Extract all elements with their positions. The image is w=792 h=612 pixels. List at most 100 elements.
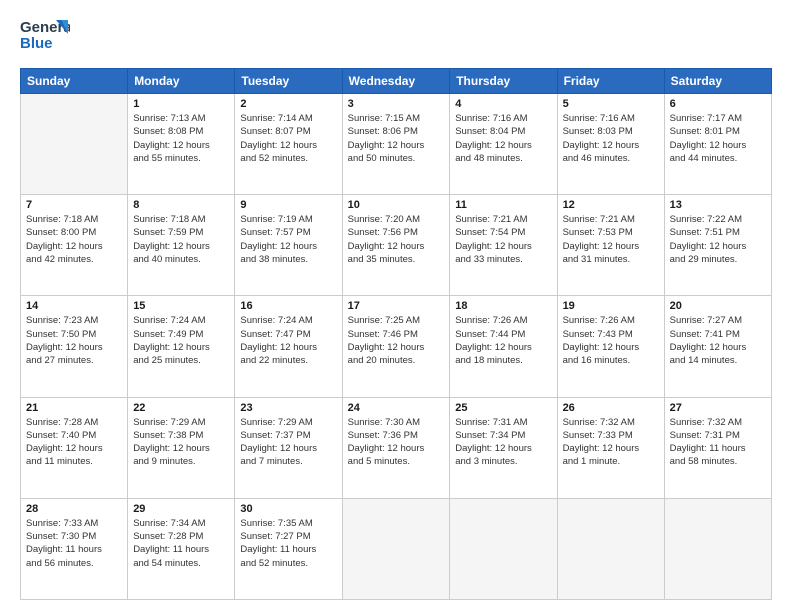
day-number: 26 (563, 402, 659, 414)
day-info: Sunrise: 7:20 AM Sunset: 7:56 PM Dayligh… (348, 213, 445, 266)
calendar-day-cell (342, 498, 450, 599)
day-number: 20 (670, 300, 766, 312)
calendar-day-cell: 19 Sunrise: 7:26 AM Sunset: 7:43 PM Dayli… (557, 296, 664, 397)
day-info: Sunrise: 7:23 AM Sunset: 7:50 PM Dayligh… (26, 314, 122, 367)
day-number: 30 (240, 503, 336, 515)
calendar-day-cell: 29 Sunrise: 7:34 AM Sunset: 7:28 PM Dayli… (128, 498, 235, 599)
calendar-header-row: SundayMondayTuesdayWednesdayThursdayFrid… (21, 69, 772, 94)
day-number: 14 (26, 300, 122, 312)
day-number: 12 (563, 199, 659, 211)
logo: GeneralBlue (20, 16, 70, 58)
day-number: 6 (670, 98, 766, 110)
day-number: 23 (240, 402, 336, 414)
day-info: Sunrise: 7:29 AM Sunset: 7:37 PM Dayligh… (240, 416, 336, 469)
day-info: Sunrise: 7:16 AM Sunset: 8:03 PM Dayligh… (563, 112, 659, 165)
day-info: Sunrise: 7:13 AM Sunset: 8:08 PM Dayligh… (133, 112, 229, 165)
calendar-day-cell: 14 Sunrise: 7:23 AM Sunset: 7:50 PM Dayli… (21, 296, 128, 397)
day-info: Sunrise: 7:15 AM Sunset: 8:06 PM Dayligh… (348, 112, 445, 165)
calendar-day-cell: 22 Sunrise: 7:29 AM Sunset: 7:38 PM Dayli… (128, 397, 235, 498)
calendar-day-cell: 3 Sunrise: 7:15 AM Sunset: 8:06 PM Daylig… (342, 94, 450, 195)
day-number: 15 (133, 300, 229, 312)
calendar-week-row: 14 Sunrise: 7:23 AM Sunset: 7:50 PM Dayli… (21, 296, 772, 397)
day-number: 7 (26, 199, 122, 211)
calendar-day-cell: 16 Sunrise: 7:24 AM Sunset: 7:47 PM Dayli… (235, 296, 342, 397)
calendar-day-cell: 15 Sunrise: 7:24 AM Sunset: 7:49 PM Dayli… (128, 296, 235, 397)
weekday-header: Saturday (664, 69, 771, 94)
day-info: Sunrise: 7:24 AM Sunset: 7:47 PM Dayligh… (240, 314, 336, 367)
day-info: Sunrise: 7:17 AM Sunset: 8:01 PM Dayligh… (670, 112, 766, 165)
calendar-week-row: 21 Sunrise: 7:28 AM Sunset: 7:40 PM Dayli… (21, 397, 772, 498)
day-number: 16 (240, 300, 336, 312)
calendar-day-cell: 30 Sunrise: 7:35 AM Sunset: 7:27 PM Dayli… (235, 498, 342, 599)
calendar-day-cell: 5Sunrise: 7:16 AM Sunset: 8:03 PM Daylig… (557, 94, 664, 195)
day-info: Sunrise: 7:21 AM Sunset: 7:53 PM Dayligh… (563, 213, 659, 266)
day-info: Sunrise: 7:16 AM Sunset: 8:04 PM Dayligh… (455, 112, 551, 165)
day-number: 10 (348, 199, 445, 211)
day-info: Sunrise: 7:34 AM Sunset: 7:28 PM Dayligh… (133, 517, 229, 570)
day-info: Sunrise: 7:30 AM Sunset: 7:36 PM Dayligh… (348, 416, 445, 469)
day-info: Sunrise: 7:24 AM Sunset: 7:49 PM Dayligh… (133, 314, 229, 367)
calendar-day-cell: 27 Sunrise: 7:32 AM Sunset: 7:31 PM Dayli… (664, 397, 771, 498)
weekday-header: Monday (128, 69, 235, 94)
day-info: Sunrise: 7:27 AM Sunset: 7:41 PM Dayligh… (670, 314, 766, 367)
calendar-day-cell: 12 Sunrise: 7:21 AM Sunset: 7:53 PM Dayli… (557, 195, 664, 296)
day-info: Sunrise: 7:32 AM Sunset: 7:31 PM Dayligh… (670, 416, 766, 469)
weekday-header: Wednesday (342, 69, 450, 94)
calendar-day-cell: 7 Sunrise: 7:18 AM Sunset: 8:00 PM Daylig… (21, 195, 128, 296)
day-number: 25 (455, 402, 551, 414)
day-info: Sunrise: 7:18 AM Sunset: 7:59 PM Dayligh… (133, 213, 229, 266)
day-number: 24 (348, 402, 445, 414)
day-number: 17 (348, 300, 445, 312)
day-number: 22 (133, 402, 229, 414)
calendar-day-cell: 13Sunrise: 7:22 AM Sunset: 7:51 PM Dayli… (664, 195, 771, 296)
day-number: 21 (26, 402, 122, 414)
calendar-day-cell (21, 94, 128, 195)
calendar-day-cell: 1 Sunrise: 7:13 AM Sunset: 8:08 PM Daylig… (128, 94, 235, 195)
day-info: Sunrise: 7:28 AM Sunset: 7:40 PM Dayligh… (26, 416, 122, 469)
day-info: Sunrise: 7:18 AM Sunset: 8:00 PM Dayligh… (26, 213, 122, 266)
calendar-week-row: 28 Sunrise: 7:33 AM Sunset: 7:30 PM Dayli… (21, 498, 772, 599)
day-info: Sunrise: 7:35 AM Sunset: 7:27 PM Dayligh… (240, 517, 336, 570)
calendar-day-cell: 4 Sunrise: 7:16 AM Sunset: 8:04 PM Daylig… (450, 94, 557, 195)
day-info: Sunrise: 7:31 AM Sunset: 7:34 PM Dayligh… (455, 416, 551, 469)
day-number: 28 (26, 503, 122, 515)
day-number: 1 (133, 98, 229, 110)
svg-text:Blue: Blue (20, 35, 53, 52)
day-number: 8 (133, 199, 229, 211)
calendar-day-cell: 9Sunrise: 7:19 AM Sunset: 7:57 PM Daylig… (235, 195, 342, 296)
day-number: 2 (240, 98, 336, 110)
calendar-day-cell: 28 Sunrise: 7:33 AM Sunset: 7:30 PM Dayli… (21, 498, 128, 599)
day-info: Sunrise: 7:21 AM Sunset: 7:54 PM Dayligh… (455, 213, 551, 266)
calendar-day-cell: 25 Sunrise: 7:31 AM Sunset: 7:34 PM Dayli… (450, 397, 557, 498)
calendar-day-cell: 11 Sunrise: 7:21 AM Sunset: 7:54 PM Dayli… (450, 195, 557, 296)
day-number: 29 (133, 503, 229, 515)
day-number: 3 (348, 98, 445, 110)
day-number: 27 (670, 402, 766, 414)
day-number: 11 (455, 199, 551, 211)
calendar-day-cell: 8 Sunrise: 7:18 AM Sunset: 7:59 PM Daylig… (128, 195, 235, 296)
calendar-day-cell: 10 Sunrise: 7:20 AM Sunset: 7:56 PM Dayli… (342, 195, 450, 296)
day-info: Sunrise: 7:26 AM Sunset: 7:43 PM Dayligh… (563, 314, 659, 367)
day-info: Sunrise: 7:33 AM Sunset: 7:30 PM Dayligh… (26, 517, 122, 570)
calendar-day-cell: 26 Sunrise: 7:32 AM Sunset: 7:33 PM Dayli… (557, 397, 664, 498)
calendar-day-cell: 6 Sunrise: 7:17 AM Sunset: 8:01 PM Daylig… (664, 94, 771, 195)
day-info: Sunrise: 7:25 AM Sunset: 7:46 PM Dayligh… (348, 314, 445, 367)
calendar-day-cell: 20 Sunrise: 7:27 AM Sunset: 7:41 PM Dayli… (664, 296, 771, 397)
calendar-day-cell: 23 Sunrise: 7:29 AM Sunset: 7:37 PM Dayli… (235, 397, 342, 498)
day-info: Sunrise: 7:29 AM Sunset: 7:38 PM Dayligh… (133, 416, 229, 469)
weekday-header: Tuesday (235, 69, 342, 94)
logo-svg: GeneralBlue (20, 16, 70, 58)
calendar-week-row: 7 Sunrise: 7:18 AM Sunset: 8:00 PM Daylig… (21, 195, 772, 296)
page-header: GeneralBlue (20, 16, 772, 58)
weekday-header: Sunday (21, 69, 128, 94)
day-number: 9 (240, 199, 336, 211)
day-number: 18 (455, 300, 551, 312)
day-number: 4 (455, 98, 551, 110)
calendar-day-cell: 18Sunrise: 7:26 AM Sunset: 7:44 PM Dayli… (450, 296, 557, 397)
day-info: Sunrise: 7:32 AM Sunset: 7:33 PM Dayligh… (563, 416, 659, 469)
calendar-day-cell (450, 498, 557, 599)
weekday-header: Thursday (450, 69, 557, 94)
day-info: Sunrise: 7:22 AM Sunset: 7:51 PM Dayligh… (670, 213, 766, 266)
calendar-day-cell: 21 Sunrise: 7:28 AM Sunset: 7:40 PM Dayli… (21, 397, 128, 498)
day-number: 19 (563, 300, 659, 312)
